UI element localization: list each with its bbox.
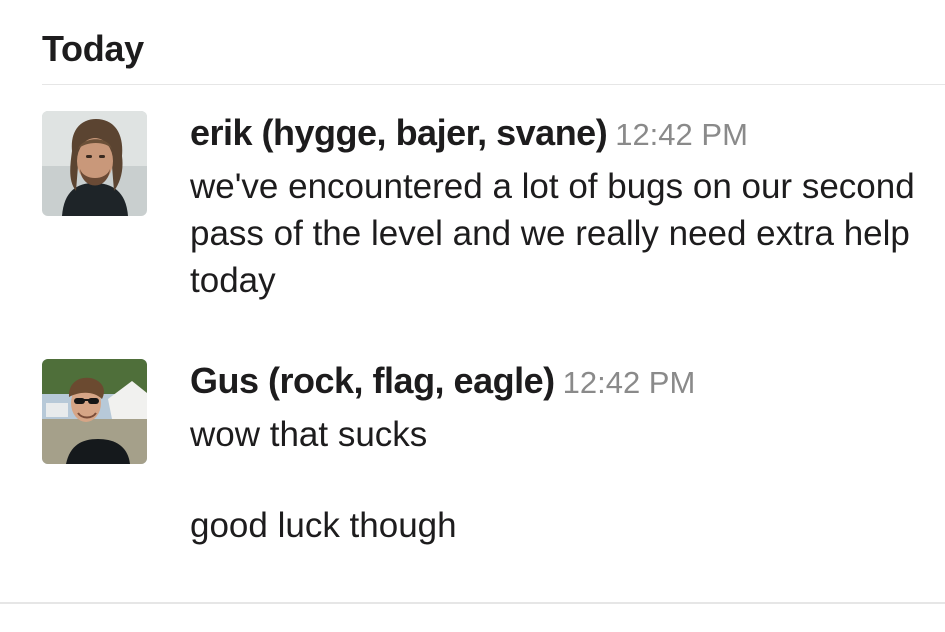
message-text: good luck though [190,506,457,545]
bottom-divider [0,602,945,604]
message-text: wow that sucks [190,415,428,454]
message-timestamp[interactable]: 12:42 PM [563,365,696,400]
avatar-image-erik [42,111,147,216]
avatar[interactable] [42,359,147,464]
message-text: we've encountered a lot of bugs on our s… [190,167,915,300]
avatar[interactable] [42,111,147,216]
author-name[interactable]: Gus (rock, flag, eagle) [190,360,555,401]
day-header: Today [42,28,144,69]
author-name[interactable]: erik (hygge, bajer, svane) [190,112,608,153]
avatar-image-gus [42,359,147,464]
message-timestamp[interactable]: 12:42 PM [615,117,748,152]
day-divider [42,84,945,85]
